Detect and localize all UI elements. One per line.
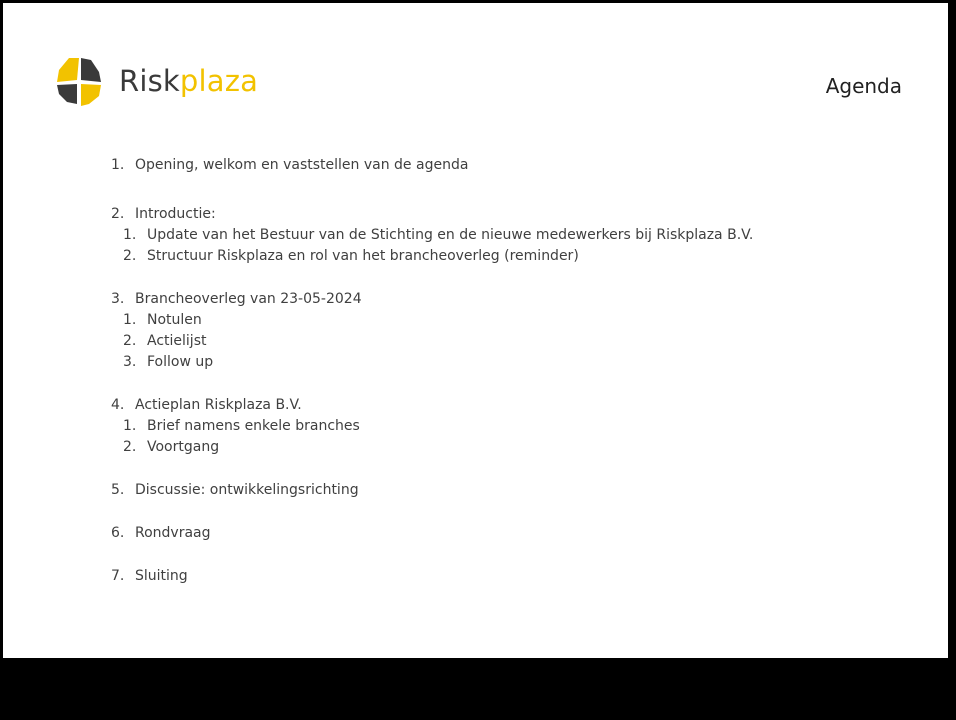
agenda-subitem-text: Brief namens enkele branches [147, 418, 360, 434]
agenda-item: 5. Discussie: ontwikkelingsrichting [111, 480, 941, 501]
agenda-subitem-number: 1. [123, 227, 137, 243]
agenda-item-row: 5. Discussie: ontwikkelingsrichting [111, 480, 941, 501]
agenda-subitem: 1. Brief namens enkele branches [111, 416, 941, 437]
agenda-item-text: Sluiting [135, 568, 188, 584]
agenda-subitem: 2. Actielijst [111, 331, 941, 352]
agenda-item: 7. Sluiting [111, 566, 941, 587]
agenda-subitem-text: Structuur Riskplaza en rol van het branc… [147, 248, 579, 264]
agenda-item-row: 6. Rondvraag [111, 523, 941, 544]
agenda-item: 4. Actieplan Riskplaza B.V. 1. Brief namens… [111, 395, 941, 458]
agenda-subitem-text: Voortgang [147, 439, 220, 455]
agenda-subitem-text: Notulen [147, 312, 202, 328]
agenda-item-number: 7. [111, 568, 125, 584]
agenda-subitem: 2. Structuur Riskplaza en rol van het bra… [111, 246, 941, 267]
agenda-item-row: 3. Brancheoverleg van 23-05-2024 [111, 289, 941, 310]
page-title: Agenda [825, 74, 902, 98]
agenda-subitem-number: 3. [123, 354, 137, 370]
agenda-item-number: 3. [111, 291, 125, 307]
agenda-subitem: 1. Notulen [111, 310, 941, 331]
agenda-item-text: Brancheoverleg van 23-05-2024 [135, 291, 362, 307]
agenda-item-row: 1. Opening, welkom en vaststellen van de … [111, 155, 941, 176]
agenda-subitem-number: 1. [123, 312, 137, 328]
agenda-item-number: 5. [111, 482, 125, 498]
agenda-item-text: Opening, welkom en vaststellen van de ag… [135, 157, 469, 173]
agenda-list: 1. Opening, welkom en vaststellen van de … [111, 155, 941, 587]
riskplaza-logo-icon [57, 58, 101, 106]
agenda-item-number: 2. [111, 206, 125, 222]
agenda-subitem-number: 2. [123, 439, 137, 455]
agenda-item-number: 6. [111, 525, 125, 541]
agenda-subitem-number: 2. [123, 248, 137, 264]
agenda-item-row: 4. Actieplan Riskplaza B.V. [111, 395, 941, 416]
agenda-item-number: 4. [111, 397, 125, 413]
agenda-subitem-number: 1. [123, 418, 137, 434]
agenda-subitem: 3. Follow up [111, 352, 941, 373]
agenda-subitem-text: Follow up [147, 354, 214, 370]
logo-text-plaza: plaza [179, 64, 259, 98]
agenda-item: 1. Opening, welkom en vaststellen van de … [111, 155, 941, 176]
logo-text-risk: Risk [119, 64, 180, 98]
agenda-item-text: Introductie: [135, 206, 216, 222]
agenda-item-number: 1. [111, 157, 125, 173]
agenda-subitem-text: Actielijst [147, 333, 207, 349]
agenda-subitem-text: Update van het Bestuur van de Stichting … [147, 227, 754, 243]
agenda-item: 6. Rondvraag [111, 523, 941, 544]
slide: Riskplaza Agenda 1. Opening, welkom en va… [0, 0, 951, 658]
agenda-item-text: Discussie: ontwikkelingsrichting [135, 482, 359, 498]
agenda-subitem: 1. Update van het Bestuur van de Stichtin… [111, 225, 941, 246]
agenda-item-row: 7. Sluiting [111, 566, 941, 587]
agenda-subitem-number: 2. [123, 333, 137, 349]
agenda-subitem: 2. Voortgang [111, 437, 941, 458]
agenda-item: 2. Introductie: 1. Update van het Bestuur v… [111, 204, 941, 267]
agenda-item-text: Rondvraag [135, 525, 211, 541]
agenda-item-text: Actieplan Riskplaza B.V. [135, 397, 302, 413]
logo-wordmark: Riskplaza [119, 64, 258, 98]
agenda-item: 3. Brancheoverleg van 23-05-2024 1. Notulen… [111, 289, 941, 373]
agenda-item-row: 2. Introductie: [111, 204, 941, 225]
